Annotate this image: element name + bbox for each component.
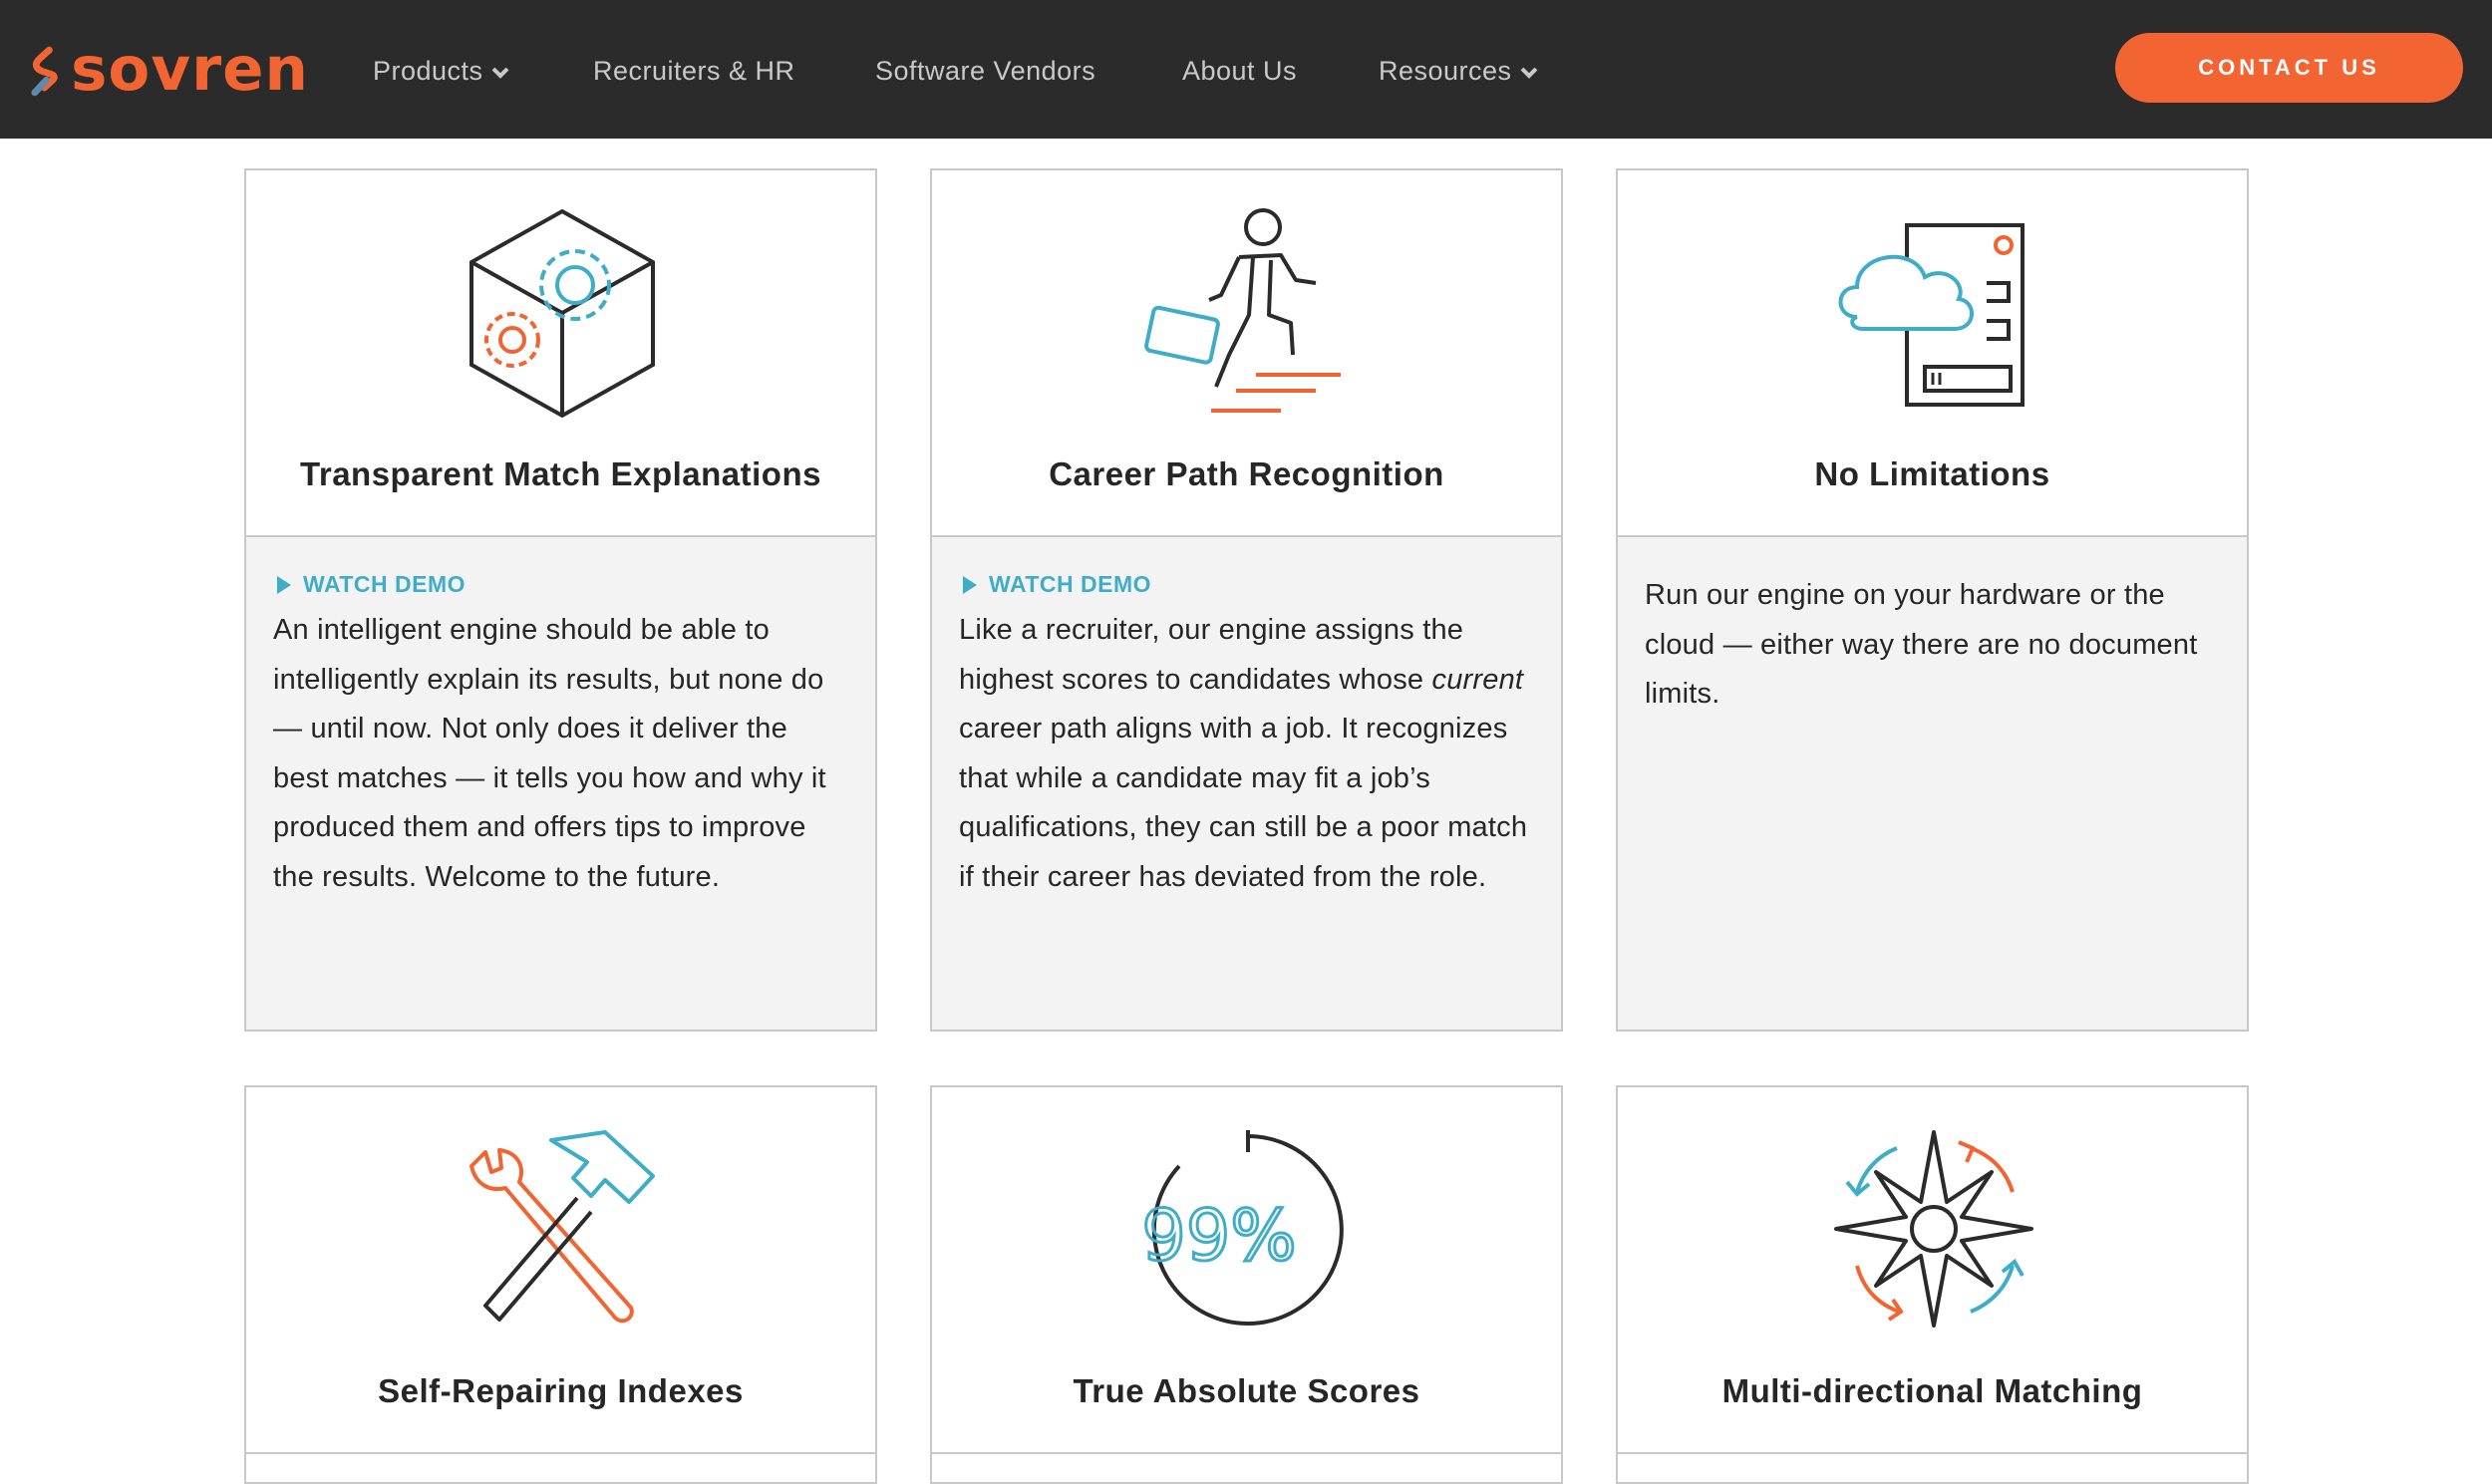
brand-name: sovren [71, 34, 309, 105]
percentage-dial-icon: 99% [1141, 1130, 1344, 1326]
contact-us-button[interactable]: CONTACT US [2115, 33, 2463, 103]
nav-software-vendors-label: Software Vendors [875, 56, 1096, 86]
nav-recruiters-hr-label: Recruiters & HR [593, 56, 795, 86]
feature-title: Multi-directional Matching [1721, 1372, 2143, 1409]
watch-demo-label: WATCH DEMO [989, 571, 1152, 597]
compass-arrows-icon [1834, 1130, 2033, 1328]
feature-title: True Absolute Scores [1073, 1372, 1420, 1409]
feature-description: Like a recruiter, our engine assigns the… [959, 606, 1535, 902]
chevron-down-icon [491, 67, 508, 79]
feature-card-body: WATCH DEMO An intelligent engine should … [246, 537, 875, 1030]
feature-title: Career Path Recognition [1049, 455, 1444, 492]
feature-card-body: Run our engine on your hardware or the c… [1618, 537, 2247, 1030]
feature-card-header: No Limitations [1618, 170, 2247, 537]
nav-software-vendors[interactable]: Software Vendors [875, 56, 1095, 87]
feature-card-transparent-match: Transparent Match Explanations WATCH DEM… [244, 168, 877, 1032]
feature-card-header: Self-Repairing Indexes [246, 1087, 875, 1454]
feature-card-header: Career Path Recognition [932, 170, 1561, 537]
nav-resources-label: Resources [1379, 56, 1512, 86]
sovren-s-mark-icon [31, 46, 58, 96]
feature-description-end: career path aligns with a job. It recogn… [959, 713, 1528, 893]
feature-card-true-absolute-scores: 99% True Absolute Scores [930, 1085, 1563, 1484]
feature-title: Transparent Match Explanations [300, 455, 821, 492]
feature-card-header: Multi-directional Matching [1618, 1087, 2247, 1454]
feature-card-body: WATCH DEMO Like a recruiter, our engine … [932, 537, 1561, 1030]
watch-demo-link[interactable]: WATCH DEMO [959, 571, 1151, 598]
watch-demo-label: WATCH DEMO [303, 571, 467, 597]
nav-products-label: Products [373, 56, 483, 86]
chevron-down-icon [1520, 67, 1537, 79]
feature-description-start: Like a recruiter, our engine assigns the… [959, 614, 1464, 696]
feature-title: No Limitations [1814, 455, 2050, 492]
watch-demo-link[interactable]: WATCH DEMO [273, 571, 466, 598]
cloud-server-icon [1838, 223, 2025, 407]
nav-products[interactable]: Products [373, 56, 511, 87]
feature-card-no-limitations: No Limitations Run our engine on your ha… [1616, 168, 2249, 1032]
play-icon [963, 575, 977, 594]
play-icon [277, 575, 291, 594]
feature-card-header: Transparent Match Explanations [246, 170, 875, 537]
feature-card-header: 99% True Absolute Scores [932, 1087, 1561, 1454]
nav-about-us-label: About Us [1182, 56, 1298, 86]
feature-description-emphasis: current [1431, 663, 1524, 696]
feature-card-self-repairing: Self-Repairing Indexes [244, 1085, 877, 1484]
nav-recruiters-hr[interactable]: Recruiters & HR [593, 56, 795, 87]
walking-businessman-icon [1144, 208, 1341, 413]
feature-card-career-path: Career Path Recognition WATCH DEMO Like … [930, 168, 1563, 1032]
hammer-wrench-icon [469, 1130, 655, 1324]
nav-resources[interactable]: Resources [1379, 56, 1540, 87]
feature-description: An intelligent engine should be able to … [273, 614, 826, 893]
nav-about-us[interactable]: About Us [1182, 56, 1297, 87]
feature-title: Self-Repairing Indexes [378, 1372, 744, 1409]
sovren-logo[interactable]: sovren [30, 20, 309, 125]
dial-text: 99% [1141, 1195, 1297, 1277]
feature-description: Run our engine on your hardware or the c… [1645, 579, 2198, 710]
top-navigation-bar: sovren Products Recruiters & HR Software… [0, 0, 2492, 139]
feature-card-multi-directional: Multi-directional Matching [1616, 1085, 2249, 1484]
gear-cube-icon [469, 208, 655, 419]
